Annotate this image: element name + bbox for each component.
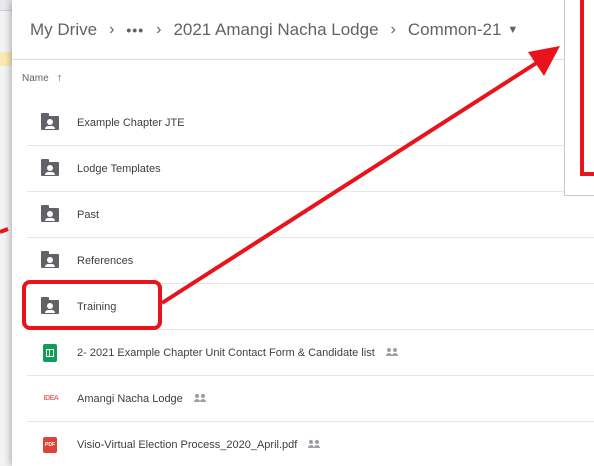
training-highlight-box — [22, 280, 162, 330]
name-column-header[interactable]: Name ↑ — [22, 72, 62, 84]
breadcrumb-more[interactable]: ••• — [126, 22, 144, 38]
list-item-folder[interactable]: Lodge Templates — [27, 146, 594, 192]
file-name: References — [77, 254, 134, 267]
breadcrumb-my-drive[interactable]: My Drive — [30, 20, 97, 40]
breadcrumb: My Drive › ••• › 2021 Amangi Nacha Lodge… — [12, 0, 594, 60]
chevron-right-icon: › — [156, 20, 162, 38]
column-header-label: Name — [22, 72, 49, 84]
arrow-up-icon[interactable]: ↑ — [57, 72, 63, 84]
breadcrumb-lodge-folder[interactable]: 2021 Amangi Nacha Lodge — [173, 20, 378, 40]
shared-people-icon — [307, 440, 321, 449]
shared-people-icon — [193, 394, 207, 403]
pdf-icon: PDF — [40, 435, 60, 455]
shared-people-icon — [385, 348, 399, 357]
file-name: Amangi Nacha Lodge — [77, 392, 183, 405]
file-name: Example Chapter JTE — [77, 116, 185, 129]
file-name: Past — [77, 208, 100, 221]
image-thumbnail-icon: IDEA — [43, 394, 59, 402]
shared-folder-icon — [40, 204, 60, 225]
chevron-right-icon: › — [109, 20, 115, 38]
shared-folder-icon — [40, 112, 60, 133]
shared-folder-icon — [40, 158, 60, 179]
list-item-folder[interactable]: Example Chapter JTE — [27, 100, 594, 146]
file-name: Lodge Templates — [77, 162, 161, 175]
list-item-file[interactable]: IDEA Amangi Nacha Lodge — [27, 376, 594, 422]
file-name: Visio-Virtual Election Process_2020_Apri… — [77, 438, 298, 451]
google-sheets-icon — [40, 343, 60, 363]
chevron-right-icon: › — [390, 20, 396, 38]
list-item-file[interactable]: 2- 2021 Example Chapter Unit Contact For… — [27, 330, 594, 376]
breadcrumb-current-folder[interactable]: Common-21 — [408, 20, 502, 40]
drive-panel: My Drive › ••• › 2021 Amangi Nacha Lodge… — [12, 0, 594, 466]
caret-down-icon[interactable]: ▼ — [507, 24, 518, 36]
list-item-file[interactable]: PDF Visio-Virtual Election Process_2020_… — [27, 422, 594, 466]
list-item-folder[interactable]: Past — [27, 192, 594, 238]
shared-folder-icon — [40, 250, 60, 271]
list-item-folder[interactable]: References — [27, 238, 594, 284]
file-name: 2- 2021 Example Chapter Unit Contact For… — [77, 346, 375, 359]
callout-highlight-box — [580, 0, 594, 176]
